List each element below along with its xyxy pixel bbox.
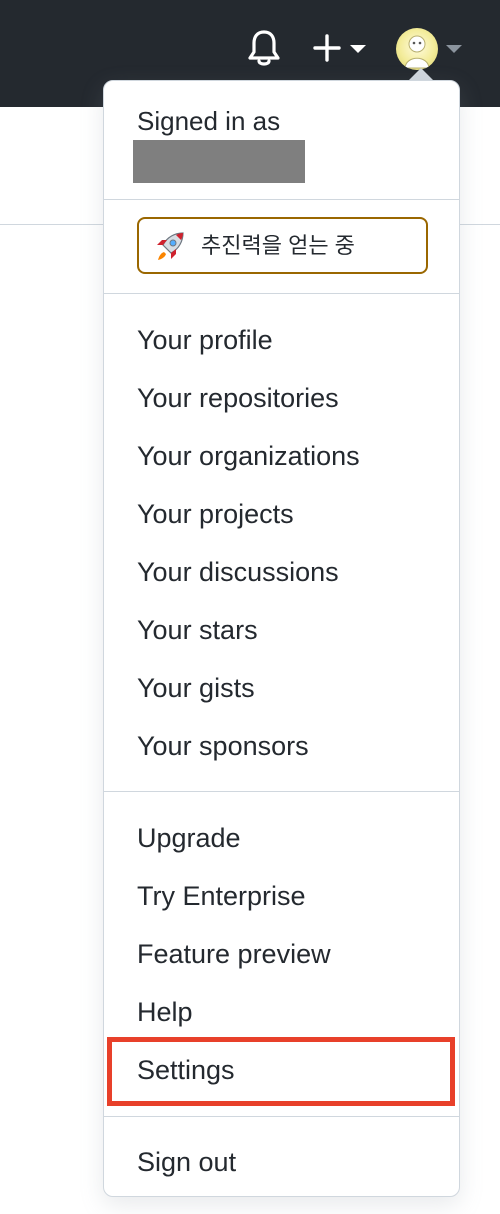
notifications-button[interactable]	[246, 28, 282, 68]
user-dropdown-menu: Signed in as 추진력을 얻는 중 Your profile Your…	[103, 80, 460, 1197]
menu-item-your-sponsors[interactable]: Your sponsors	[137, 730, 309, 762]
menu-divider	[104, 293, 459, 294]
settings-highlight-box	[107, 1037, 455, 1106]
menu-item-your-profile[interactable]: Your profile	[137, 324, 273, 356]
redacted-username	[133, 140, 305, 183]
caret-down-icon	[446, 45, 462, 53]
menu-divider	[104, 199, 459, 200]
menu-item-help[interactable]: Help	[137, 996, 193, 1028]
menu-item-feature-preview[interactable]: Feature preview	[137, 938, 331, 970]
status-text: 추진력을 얻는 중	[201, 233, 355, 258]
menu-item-your-discussions[interactable]: Your discussions	[137, 556, 339, 588]
menu-item-upgrade[interactable]: Upgrade	[137, 822, 241, 854]
set-status-button[interactable]: 추진력을 얻는 중	[137, 217, 428, 274]
rocket-icon	[157, 232, 184, 260]
menu-item-try-enterprise[interactable]: Try Enterprise	[137, 880, 306, 912]
menu-item-your-repositories[interactable]: Your repositories	[137, 382, 339, 414]
menu-item-your-gists[interactable]: Your gists	[137, 672, 255, 704]
create-new-button[interactable]	[312, 30, 370, 66]
caret-down-icon	[350, 45, 366, 53]
menu-divider	[104, 791, 459, 792]
menu-item-your-projects[interactable]: Your projects	[137, 498, 294, 530]
avatar	[396, 28, 438, 70]
plus-icon	[313, 34, 341, 62]
signed-in-label: Signed in as	[137, 106, 281, 136]
menu-divider	[104, 1116, 459, 1117]
user-menu-button[interactable]	[396, 28, 464, 70]
menu-item-sign-out[interactable]: Sign out	[137, 1146, 236, 1178]
menu-item-your-organizations[interactable]: Your organizations	[137, 440, 360, 472]
bell-icon	[248, 30, 280, 66]
avatar-image	[404, 35, 430, 69]
menu-item-your-stars[interactable]: Your stars	[137, 614, 258, 646]
